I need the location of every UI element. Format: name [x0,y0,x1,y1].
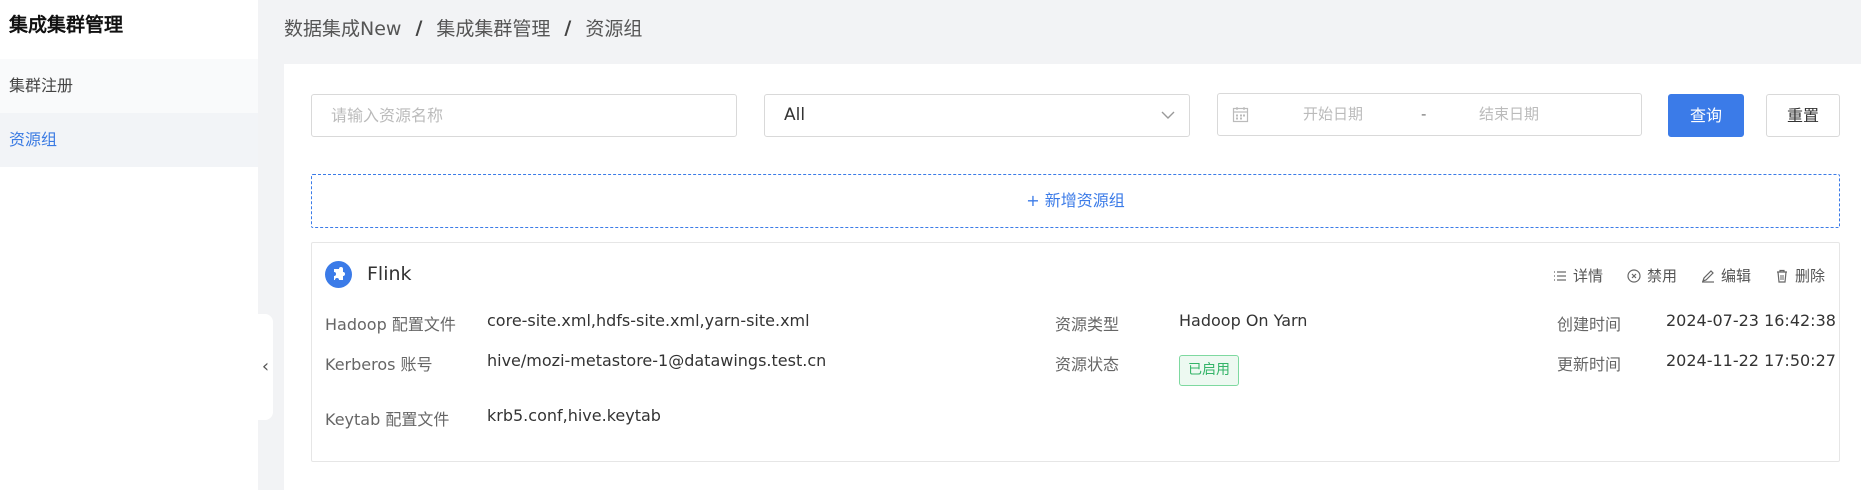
created-time-label: 创建时间 [1557,315,1622,334]
keytab-config-label: Keytab 配置文件 [325,410,450,429]
detail-button[interactable]: 详情 [1553,265,1603,286]
resource-status-label: 资源状态 [1055,355,1120,374]
edit-button[interactable]: 编辑 [1701,265,1751,286]
edit-icon [1701,269,1714,283]
breadcrumb: 数据集成New / 集成集群管理 / 资源组 [284,14,642,41]
breadcrumb-separator: / [564,16,572,39]
breadcrumb-item-resource-group: 资源组 [585,18,643,40]
kerberos-account-value: hive/mozi-metastore-1@datawings.test.cn [487,351,827,370]
created-time-value: 2024-07-23 16:42:38 [1666,311,1836,330]
start-date-input[interactable]: 开始日期 [1303,94,1363,135]
query-button[interactable]: 查询 [1668,94,1744,137]
reset-button[interactable]: 重置 [1766,94,1840,137]
card-actions: 详情 禁用 编辑 删除 [1553,265,1825,286]
add-resource-group-button[interactable]: + 新增资源组 [311,174,1840,228]
resource-name-search-input[interactable]: 请输入资源名称 [311,94,737,137]
resource-group-card: Flink 详情 禁用 编辑 删除 Hadoop 配置文件 core-site.… [311,242,1840,462]
disable-button[interactable]: 禁用 [1627,265,1677,286]
sidebar-title: 集成集群管理 [9,14,124,36]
hadoop-config-value: core-site.xml,hdfs-site.xml,yarn-site.xm… [487,311,810,330]
hadoop-config-label: Hadoop 配置文件 [325,315,456,334]
chevron-left-icon: ‹ [261,356,270,377]
chevron-down-icon [1161,111,1175,119]
breadcrumb-item-data-integration[interactable]: 数据集成New [284,14,401,41]
trash-icon [1776,269,1787,283]
resource-type-label: 资源类型 [1055,315,1120,334]
main-panel: 请输入资源名称 All 开始日期 - 结束日期 查询 重置 + 新增资源组 Fl… [284,64,1861,490]
calendar-icon [1232,107,1249,123]
status-badge: 已启用 [1179,355,1239,386]
select-value: All [784,105,806,125]
updated-time-value: 2024-11-22 17:50:27 [1666,351,1836,370]
updated-time-label: 更新时间 [1557,355,1622,374]
resource-type-select[interactable]: All [764,94,1190,137]
date-range-picker[interactable]: 开始日期 - 结束日期 [1217,93,1642,136]
resource-group-icon [325,261,352,288]
sidebar-item-cluster-registration[interactable]: 集群注册 [0,59,258,113]
breadcrumb-separator: / [415,16,423,39]
kerberos-account-label: Kerberos 账号 [325,355,433,374]
sidebar-item-resource-group[interactable]: 资源组 [0,113,258,167]
date-separator: - [1421,105,1427,123]
delete-button[interactable]: 删除 [1775,265,1825,286]
sidebar-collapse-toggle[interactable]: ‹ [258,314,273,420]
sidebar: 集成集群管理 集群注册 资源组 [0,0,258,490]
end-date-input[interactable]: 结束日期 [1479,94,1539,135]
list-icon [1553,270,1566,281]
breadcrumb-item-cluster-management[interactable]: 集成集群管理 [436,14,550,41]
keytab-config-value: krb5.conf,hive.keytab [487,406,661,425]
close-circle-icon [1627,268,1641,283]
resource-type-value: Hadoop On Yarn [1179,311,1308,330]
card-title: Flink [367,263,412,285]
